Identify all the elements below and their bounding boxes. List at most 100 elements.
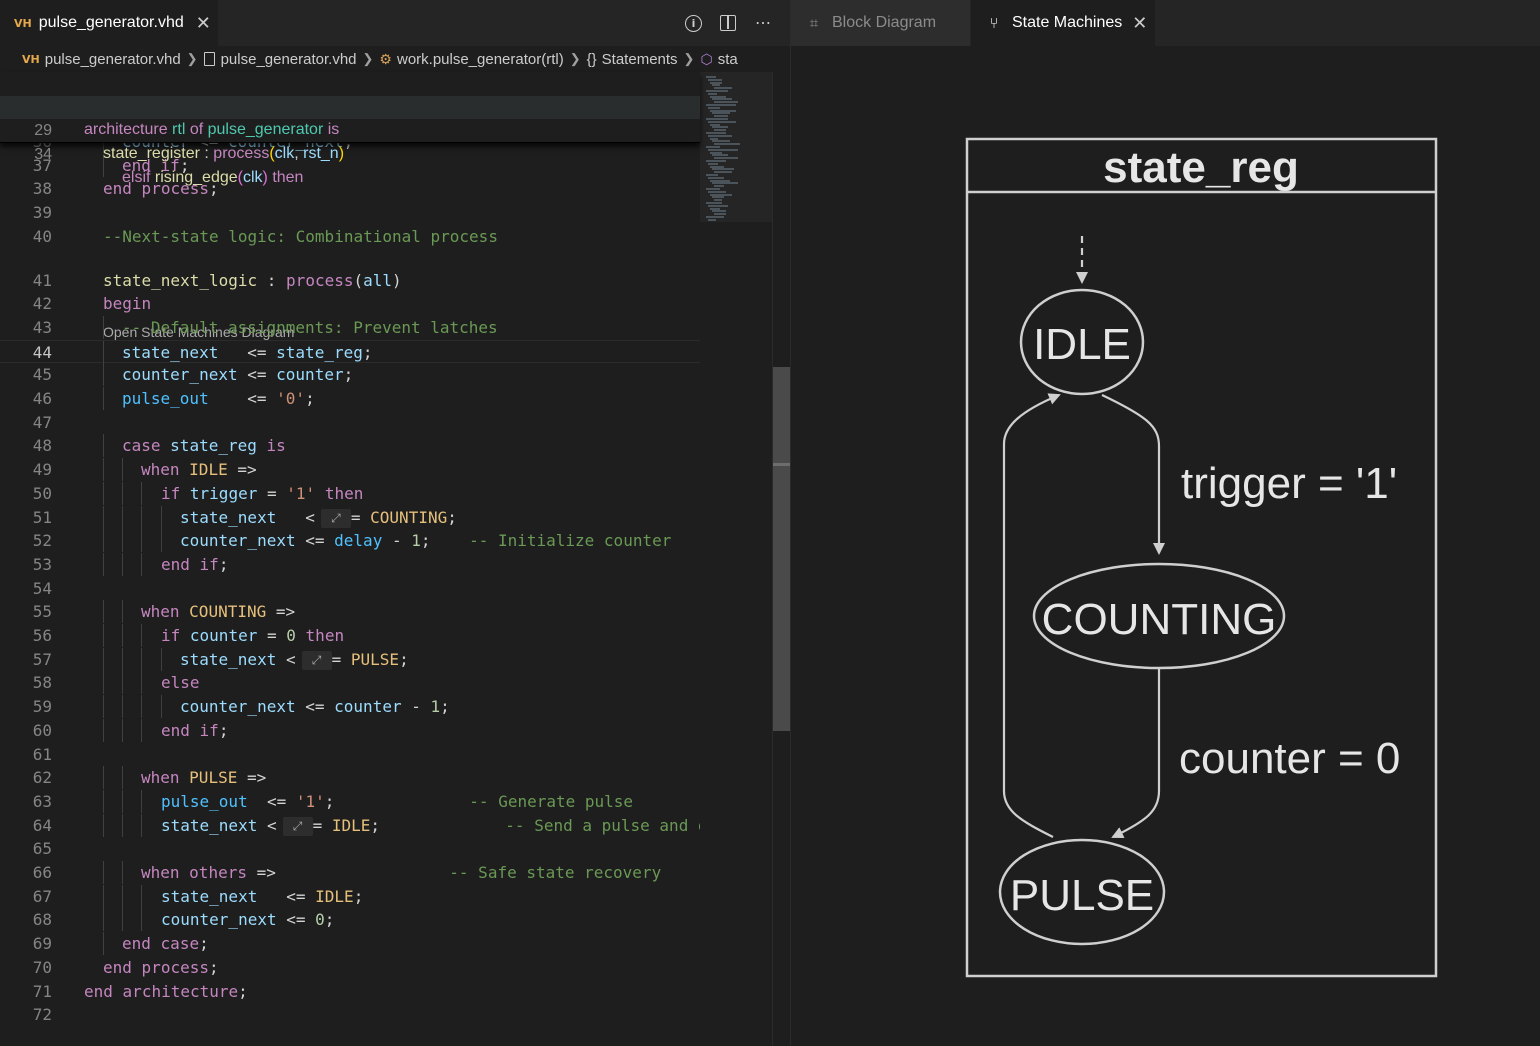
state-pulse[interactable]: PULSE	[998, 838, 1166, 946]
inlay-hint-goto-icon[interactable]: ⤢	[301, 650, 332, 670]
code-line[interactable]: 42 begin	[0, 292, 700, 315]
code-line[interactable]: 51 state_next < ⤢ = COUNTING;	[0, 505, 700, 529]
indent-guide	[103, 363, 104, 387]
code-line[interactable]: 59 counter_next <= counter - 1;	[0, 695, 700, 719]
line-number: 69	[32, 934, 52, 954]
breadcrumb-item-process[interactable]: ⬡ sta	[700, 51, 737, 68]
code-line[interactable]: 41 state_next_logic : process(all)	[0, 269, 700, 292]
code-line[interactable]: 40 --Next-state logic: Combinational proc…	[0, 225, 700, 248]
code-text: state_next < ⤢ = COUNTING;	[180, 507, 457, 528]
state-idle[interactable]: IDLE	[1019, 288, 1145, 396]
code-line[interactable]: 53 end if;	[0, 552, 700, 576]
code-line[interactable]: 61	[0, 743, 700, 766]
info-icon[interactable]: i	[685, 14, 702, 32]
close-icon[interactable]: ✕	[1132, 13, 1147, 34]
chevron-right-icon: ❯	[362, 51, 374, 66]
transition-idle-to-counting[interactable]	[1101, 394, 1165, 555]
indent-guide	[122, 624, 123, 647]
code-line[interactable]: 45 counter_next <= counter;	[0, 363, 700, 387]
code-line[interactable]: 69 end case;	[0, 932, 700, 956]
code-line[interactable]: 48 case state_reg is	[0, 434, 700, 458]
minimap-line	[708, 120, 736, 123]
indent-guide	[103, 600, 104, 624]
code-text: when others => -- Safe state recovery	[141, 863, 662, 882]
code-line[interactable]: 62 when PULSE =>	[0, 766, 700, 790]
close-icon[interactable]: ✕	[196, 13, 211, 34]
code-line[interactable]: 67 state_next <= IDLE;	[0, 884, 700, 908]
minimap-line	[710, 207, 720, 210]
minimap-line	[712, 84, 720, 87]
code-line[interactable]: 54	[0, 577, 700, 600]
line-number: 49	[32, 460, 52, 480]
code-line[interactable]: 43 -- Default assignments: Prevent latche…	[0, 315, 700, 339]
code-text: when IDLE =>	[141, 460, 257, 480]
chevron-right-icon: ❯	[569, 51, 581, 66]
code-line[interactable]: 56 if counter = 0 then	[0, 624, 700, 647]
line-number: 68	[32, 910, 52, 930]
indent-guide	[122, 481, 123, 505]
code-line[interactable]: 71 end architecture;	[0, 980, 700, 1003]
minimap-line	[706, 90, 728, 92]
code-line[interactable]: 65	[0, 837, 700, 860]
code-line[interactable]: 47	[0, 411, 700, 434]
code-line[interactable]: 57 state_next < ⤢ = PULSE;	[0, 647, 700, 671]
code-line[interactable]: 58 else	[0, 671, 700, 695]
code-line[interactable]: 44 state_next <= state_reg;	[0, 339, 700, 364]
split-editor-icon[interactable]	[720, 15, 736, 31]
breadcrumb-item-file[interactable]: VH pulse_generator.vhd	[22, 51, 181, 68]
code-line[interactable]: 52 counter_next <= delay - 1; -- Initiali…	[0, 529, 700, 553]
code-line[interactable]: 63 pulse_out <= '1'; -- Generate pulse	[0, 789, 700, 813]
code-editor[interactable]: Open State Machines Diagram 36counter <=…	[0, 72, 700, 1046]
tab-block-diagram[interactable]: ⌗ Block Diagram	[791, 0, 971, 46]
code-line[interactable]: 60 end if;	[0, 718, 700, 742]
minimap[interactable]	[700, 72, 772, 1046]
breadcrumb-item-statements[interactable]: {} Statements	[587, 51, 678, 68]
sticky-scroll[interactable]: 18 architecture rtl of pulse_generator i…	[0, 72, 700, 186]
indent-guide	[122, 813, 123, 837]
state-counting[interactable]: COUNTING	[1032, 562, 1286, 670]
code-text: end if;	[161, 554, 229, 574]
vhdl-file-icon: VH	[14, 16, 32, 30]
code-text: counter_next <= 0;	[161, 910, 335, 930]
indent-guide	[122, 458, 123, 482]
minimap-line	[712, 182, 738, 185]
tab-state-machines[interactable]: ⑂ State Machines ✕	[971, 0, 1155, 46]
inlay-hint-goto-icon[interactable]: ⤢	[282, 816, 313, 836]
vhdl-file-icon: VH	[22, 52, 40, 66]
code-line[interactable]: 46 pulse_out <= '0';	[0, 387, 700, 410]
minimap-line	[710, 151, 722, 154]
scrollbar-thumb[interactable]	[773, 367, 791, 731]
indent-guide	[141, 624, 142, 647]
minimap-line	[714, 115, 728, 118]
code-line[interactable]: 50 if trigger = '1' then	[0, 481, 700, 505]
breadcrumb-item-design-file[interactable]: pulse_generator.vhd	[203, 51, 357, 68]
code-text: pulse_out <= '0';	[122, 389, 315, 408]
inlay-hint-goto-icon[interactable]: ⤢	[320, 508, 351, 528]
more-actions-icon[interactable]: ⋯	[754, 14, 772, 32]
code-line[interactable]: 66 when others => -- Safe state recovery	[0, 861, 700, 884]
vertical-scrollbar[interactable]	[772, 72, 791, 1046]
line-number: 54	[32, 578, 52, 598]
chevron-right-icon: ❯	[186, 51, 198, 66]
diagram-tab-bar: ⌗ Block Diagram ⑂ State Machines ✕	[791, 0, 1540, 46]
transition-counting-to-pulse[interactable]	[1111, 669, 1161, 839]
code-line[interactable]: 72	[0, 1003, 700, 1026]
indent-guide	[103, 695, 104, 719]
code-line[interactable]: 38 end process;	[0, 177, 700, 200]
code-line[interactable]: 64 state_next < ⤢ = IDLE; -- Send a pulse a…	[0, 813, 700, 837]
code-line[interactable]: 39	[0, 201, 700, 224]
line-number: 43	[32, 317, 52, 337]
code-line[interactable]: 70 end process;	[0, 956, 700, 979]
line-number: 71	[32, 981, 52, 1001]
tab-pulse-generator[interactable]: VH pulse_generator.vhd ✕	[0, 0, 218, 46]
minimap-line	[710, 81, 722, 84]
code-line[interactable]: 49 when IDLE =>	[0, 458, 700, 482]
state-machine-diagram[interactable]: state_reg trigger = '1' counter = 0 IDLE…	[791, 46, 1540, 1046]
code-line[interactable]: 68 counter_next <= 0;	[0, 908, 700, 932]
line-number: 47	[32, 412, 52, 432]
sticky-line[interactable]: 34 elsif rising_edge(clk) then	[0, 120, 700, 186]
sticky-line[interactable]: 18 architecture rtl of pulse_generator i…	[0, 72, 700, 138]
sticky-line[interactable]: 29 state_register : process(clk, rst_n)	[0, 96, 700, 162]
code-line[interactable]: 55 when COUNTING =>	[0, 600, 700, 624]
breadcrumb-item-architecture[interactable]: ⚙ work.pulse_generator(rtl)	[379, 51, 563, 68]
